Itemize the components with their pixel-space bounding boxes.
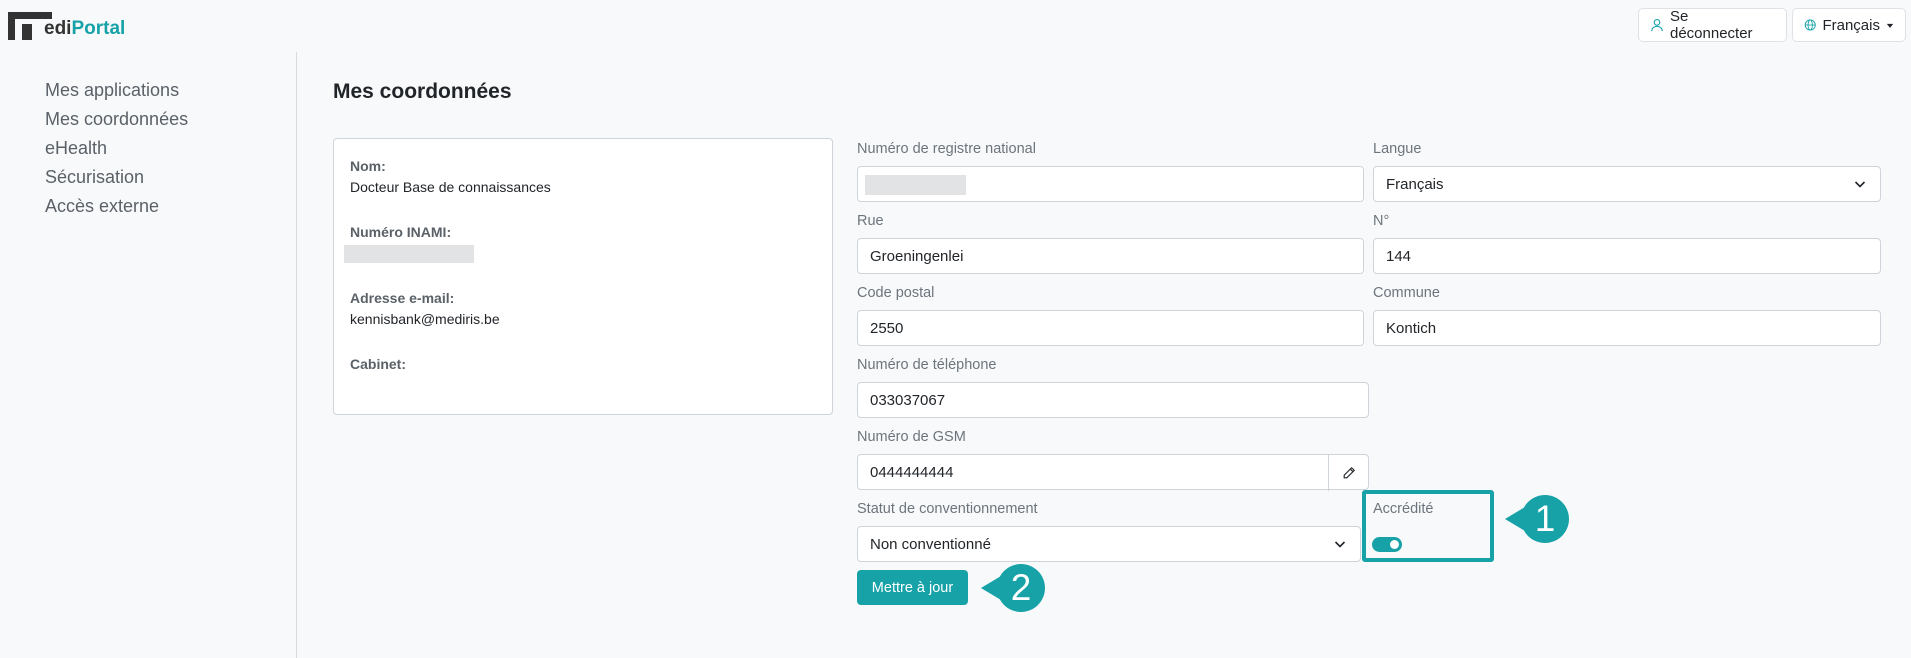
sidebar-item-ehealth[interactable]: eHealth <box>45 138 107 159</box>
national-register-label: Numéro de registre national <box>857 141 1036 157</box>
logout-button[interactable]: Se déconnecter <box>1638 8 1787 42</box>
municipality-value: Kontich <box>1386 319 1437 337</box>
logo-mark-icon <box>8 12 52 40</box>
phone-value: 033037067 <box>870 391 946 409</box>
chevron-down-icon <box>1334 541 1346 548</box>
logout-label: Se déconnecter <box>1669 8 1753 42</box>
national-register-redacted <box>865 175 966 195</box>
name-label: Nom: <box>350 158 386 174</box>
language-dropdown[interactable]: Français <box>1792 8 1906 42</box>
email-value: kennisbank@mediris.be <box>350 311 500 327</box>
globe-icon <box>1804 19 1816 31</box>
house-number-input[interactable]: 144 <box>1373 238 1881 274</box>
house-number-value: 144 <box>1386 247 1412 265</box>
name-value: Docteur Base de connaissances <box>350 179 551 195</box>
app-logo[interactable]: ediPortal <box>8 10 125 40</box>
callout-2-badge: 2 <box>997 564 1045 612</box>
postal-code-label: Code postal <box>857 285 935 301</box>
user-icon <box>1651 19 1663 32</box>
inami-redacted-value <box>344 245 474 263</box>
accredited-highlight-box <box>1362 490 1494 562</box>
street-input[interactable]: Groeningenlei <box>857 238 1364 274</box>
municipality-input[interactable]: Kontich <box>1373 310 1881 346</box>
phone-input[interactable]: 033037067 <box>857 382 1369 418</box>
language-field-label: Langue <box>1373 141 1422 157</box>
postal-code-input[interactable]: 2550 <box>857 310 1364 346</box>
municipality-label: Commune <box>1373 285 1440 301</box>
gsm-edit-button[interactable] <box>1328 455 1368 491</box>
house-number-label: N° <box>1373 213 1390 229</box>
email-label: Adresse e-mail: <box>350 290 455 306</box>
sidebar-item-security[interactable]: Sécurisation <box>45 167 144 188</box>
caret-down-icon <box>1886 23 1894 28</box>
convention-status-label: Statut de conventionnement <box>857 501 1038 517</box>
gsm-value[interactable]: 0444444444 <box>870 464 953 481</box>
language-label: Français <box>1822 16 1880 34</box>
national-register-input[interactable] <box>857 166 1364 202</box>
page-title: Mes coordonnées <box>333 80 512 103</box>
convention-status-select[interactable]: Non conventionné <box>857 526 1361 562</box>
logo-text: ediPortal <box>44 18 126 39</box>
callout-1-badge: 1 <box>1521 495 1569 543</box>
sidebar: Mes applications Mes coordonnées eHealth… <box>0 52 297 658</box>
convention-status-value: Non conventionné <box>870 535 991 553</box>
gsm-label: Numéro de GSM <box>857 429 966 445</box>
phone-label: Numéro de téléphone <box>857 357 997 373</box>
street-value: Groeningenlei <box>870 247 964 265</box>
language-select[interactable]: Français <box>1373 166 1881 202</box>
sidebar-item-coordinates[interactable]: Mes coordonnées <box>45 109 188 130</box>
cabinet-label: Cabinet: <box>350 356 406 372</box>
pencil-icon <box>1343 466 1355 479</box>
street-label: Rue <box>857 213 884 229</box>
profile-info-card: Nom: Docteur Base de connaissances Numér… <box>333 138 833 415</box>
sidebar-item-external-access[interactable]: Accès externe <box>45 196 159 217</box>
postal-code-value: 2550 <box>870 319 904 337</box>
sidebar-item-applications[interactable]: Mes applications <box>45 80 179 101</box>
gsm-input-group: 0444444444 <box>857 454 1369 491</box>
chevron-down-icon <box>1854 181 1866 188</box>
update-button[interactable]: Mettre à jour <box>857 570 968 605</box>
language-select-value: Français <box>1386 175 1444 193</box>
inami-label: Numéro INAMI: <box>350 224 452 240</box>
